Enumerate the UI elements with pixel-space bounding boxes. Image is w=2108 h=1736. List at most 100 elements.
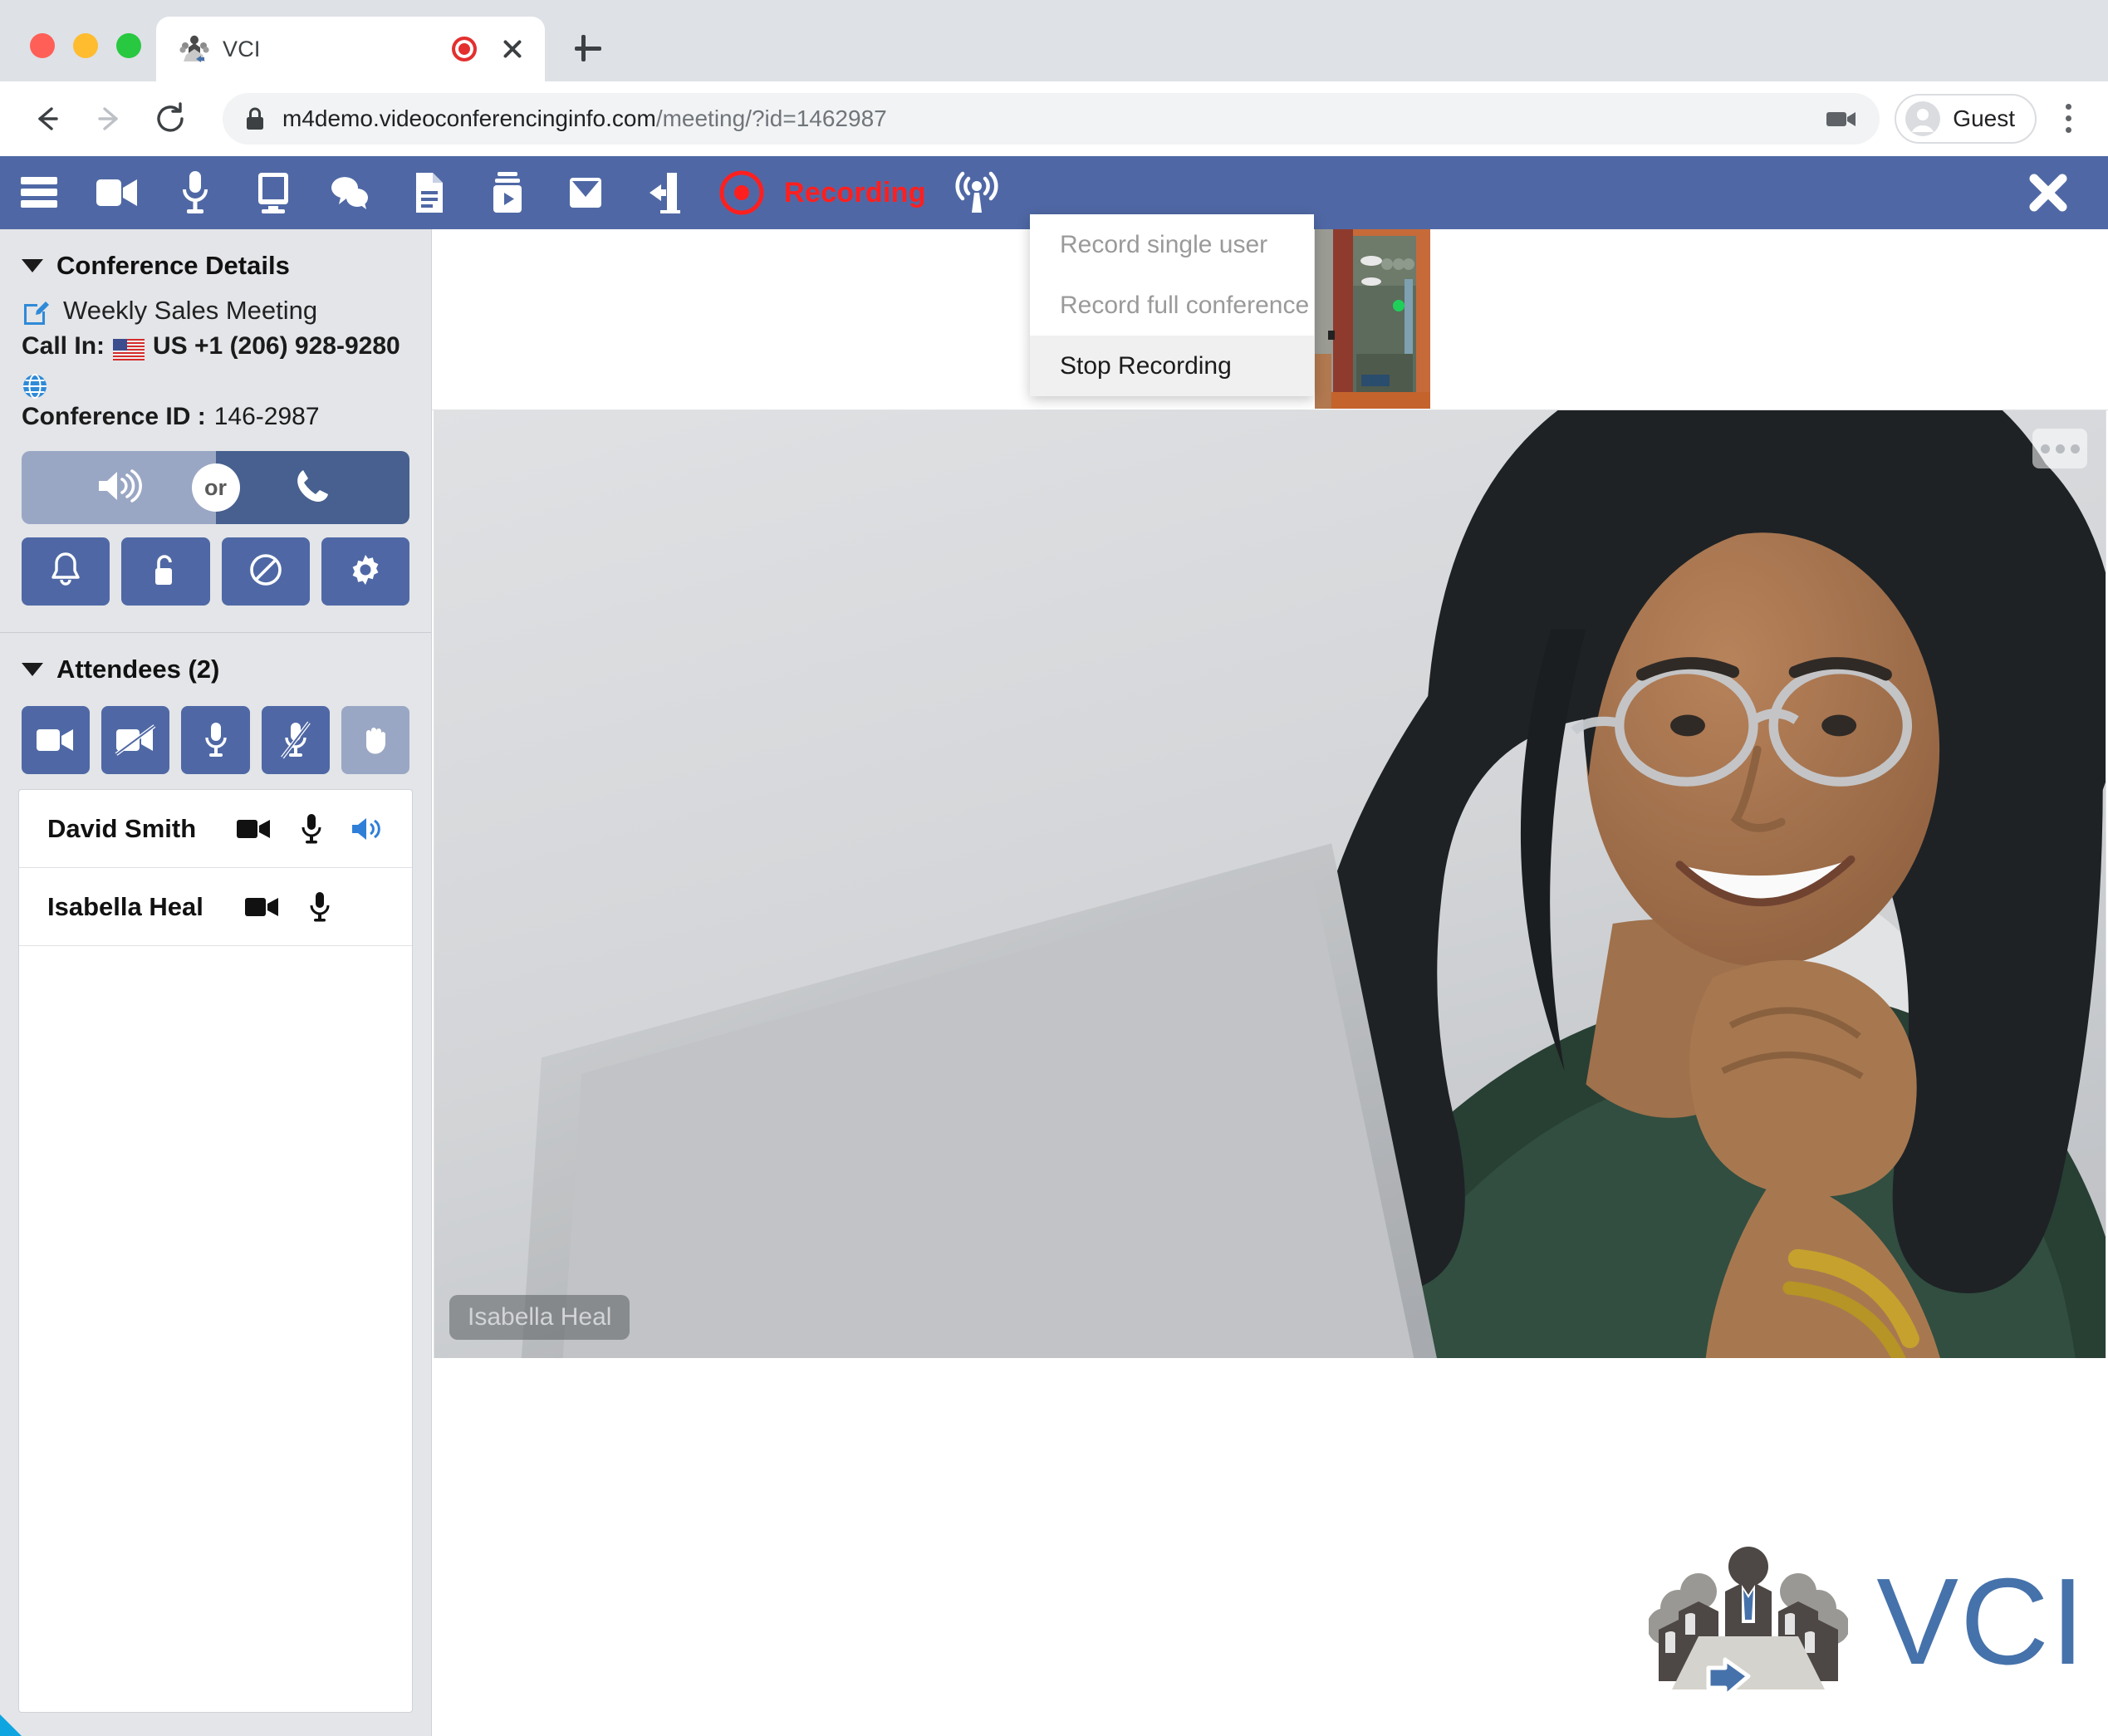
meeting-title-row[interactable]: Weekly Sales Meeting (22, 296, 409, 326)
attendees-controls (0, 699, 431, 789)
call-in-row: Call In: US +1 (206) 928-9280 (22, 329, 409, 400)
no-entry-icon (248, 552, 283, 591)
main-video-tile[interactable]: Isabella Heal (434, 410, 2106, 1358)
participant-thumbnail[interactable] (1315, 229, 1430, 409)
microphone-icon[interactable] (156, 156, 234, 229)
edit-pencil-icon[interactable] (22, 297, 50, 325)
settings-button[interactable] (321, 537, 409, 606)
menu-item-stop-recording[interactable]: Stop Recording (1030, 336, 1314, 396)
arrow-left-icon[interactable] (23, 95, 71, 143)
browser-tab[interactable]: VCI (156, 17, 545, 81)
lock-icon (244, 106, 266, 131)
unlocked-padlock-icon (149, 552, 182, 592)
phone-handset-icon (293, 467, 331, 509)
conference-id-value: 146-2987 (213, 402, 320, 430)
conference-details-body: Weekly Sales Meeting Call In: US +1 (206… (0, 296, 431, 625)
video-camera-icon[interactable] (78, 156, 156, 229)
document-icon[interactable] (390, 156, 468, 229)
record-circle-icon[interactable] (703, 156, 781, 229)
attendees-title: Attendees (2) (56, 655, 220, 684)
conference-id-label: Conference ID : (22, 402, 206, 430)
attendee-name: David Smith (47, 813, 197, 843)
menu-item-record-full-conference[interactable]: Record full conference (1030, 275, 1314, 336)
video-camera-icon[interactable] (244, 895, 281, 919)
browser-omnibar: m4demo.videoconferencinginfo.com/meeting… (0, 81, 2108, 156)
kebab-menu-icon[interactable] (2052, 96, 2085, 142)
microphone-icon[interactable] (301, 813, 322, 845)
mute-all-button[interactable] (261, 706, 330, 775)
url-text: m4demo.videoconferencinginfo.com/meeting… (282, 105, 887, 132)
hamburger-icon[interactable] (0, 156, 78, 229)
url-host: m4demo.videoconferencinginfo.com (282, 105, 656, 131)
url-path: /meeting/?id=1462987 (655, 105, 887, 131)
bell-icon (49, 552, 82, 592)
monitor-icon[interactable] (234, 156, 312, 229)
camera-icon[interactable] (1825, 106, 1858, 131)
profile-name: Guest (1953, 105, 2015, 131)
person-avatar-icon (1905, 101, 1941, 137)
close-x-icon[interactable] (2018, 163, 2078, 223)
conference-details-header[interactable]: Conference Details (0, 229, 431, 296)
attendee-status-icons (236, 813, 384, 845)
chat-bubbles-icon[interactable] (312, 156, 390, 229)
broadcast-tower-icon[interactable] (938, 156, 1016, 229)
media-play-icon[interactable] (468, 156, 547, 229)
close-icon[interactable] (498, 35, 527, 63)
browser-window: VCI m4demo.videoconferencinginfo.com/mee… (0, 0, 2108, 1736)
window-maximize-button[interactable] (116, 33, 141, 58)
raise-hand-button[interactable] (341, 706, 410, 775)
block-button[interactable] (221, 537, 310, 606)
video-camera-icon[interactable] (236, 817, 272, 841)
menu-item-record-single-user[interactable]: Record single user (1030, 214, 1314, 275)
vci-conference-table-icon (1647, 1543, 1851, 1701)
window-traffic-lights (0, 33, 141, 81)
join-by-computer-audio-button[interactable] (22, 451, 216, 525)
speaker-volume-icon[interactable] (351, 816, 384, 842)
vci-logo: VCI (1647, 1543, 2086, 1701)
conference-details-title: Conference Details (56, 251, 290, 280)
join-by-phone-button[interactable] (215, 451, 409, 525)
reload-icon[interactable] (146, 95, 194, 143)
unmute-all-button[interactable] (181, 706, 250, 775)
plus-icon[interactable] (570, 30, 606, 66)
call-in-number: US +1 (206) 928-9280 (153, 332, 400, 360)
vci-group-icon (179, 35, 209, 63)
attendees-header[interactable]: Attendees (2) (0, 633, 431, 699)
window-minimize-button[interactable] (73, 33, 98, 58)
vci-wordmark: VCI (1876, 1553, 2086, 1690)
search-input[interactable]: m4demo.videoconferencinginfo.com/meeting… (223, 92, 1880, 145)
attendee-status-icons (244, 891, 384, 923)
caret-down-icon[interactable] (22, 663, 43, 677)
window-close-button[interactable] (30, 33, 55, 58)
envelope-icon[interactable] (547, 156, 625, 229)
video-stage: Isabella Heal VCI (432, 229, 2108, 1736)
list-item[interactable]: Isabella Heal (19, 868, 412, 947)
sidebar: Conference Details Weekly Sales Meeting … (0, 229, 432, 1736)
notifications-button[interactable] (22, 537, 110, 606)
exit-door-icon[interactable] (625, 156, 703, 229)
list-item[interactable]: David Smith (19, 790, 412, 869)
call-in-label: Call In: (22, 332, 105, 360)
us-flag-icon (113, 336, 145, 361)
ellipsis-icon[interactable] (2032, 429, 2087, 468)
disable-all-video-button[interactable] (101, 706, 170, 775)
or-separator-label: or (191, 463, 240, 512)
microphone-icon[interactable] (309, 891, 331, 923)
attendee-name: Isabella Heal (47, 891, 203, 921)
enable-all-video-button[interactable] (22, 706, 91, 775)
meeting-title: Weekly Sales Meeting (63, 296, 318, 325)
lock-room-button[interactable] (121, 537, 210, 606)
caret-down-icon[interactable] (22, 259, 43, 272)
stage-footer: VCI (432, 1358, 2108, 1736)
app-body: Conference Details Weekly Sales Meeting … (0, 229, 2108, 1736)
video-name-tag: Isabella Heal (449, 1295, 630, 1340)
globe-icon[interactable] (22, 373, 48, 400)
gear-icon (348, 552, 383, 591)
record-dropdown-menu: Record single user Record full conferenc… (1030, 214, 1314, 396)
conference-action-buttons (22, 537, 409, 606)
profile-chip[interactable]: Guest (1895, 93, 2037, 144)
speaker-volume-icon (96, 468, 142, 508)
conference-id-row: Conference ID : 146-2987 (22, 400, 409, 435)
recording-status-label: Recording (784, 176, 926, 208)
attendees-list: David Smith Isabella Heal (18, 789, 413, 1713)
